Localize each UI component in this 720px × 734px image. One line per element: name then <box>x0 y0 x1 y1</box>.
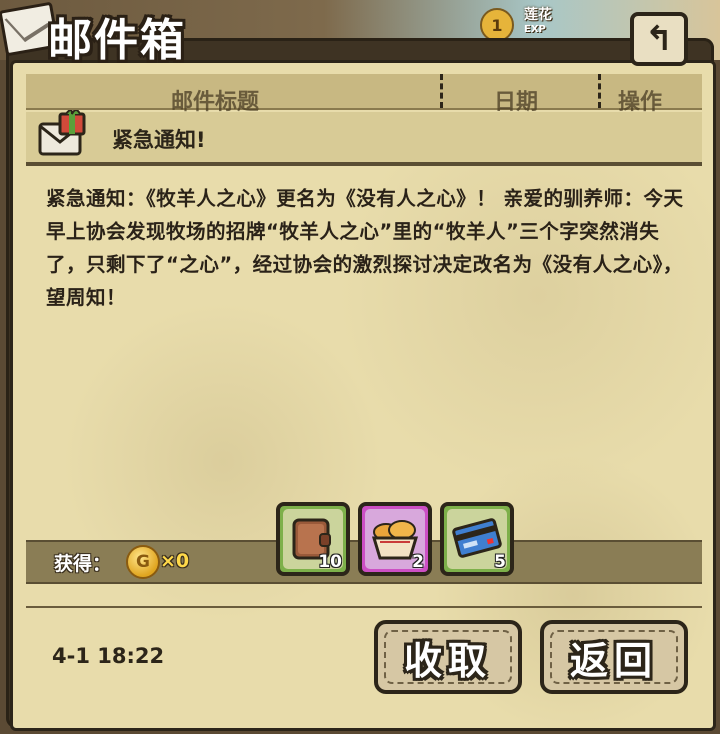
reward-item-card[interactable]: 5 <box>440 502 514 576</box>
level-badge: 1 <box>480 8 514 42</box>
header-divider <box>598 74 601 108</box>
reward-label: 获得： <box>54 553 112 575</box>
footer-divider <box>26 606 702 608</box>
return-button[interactable]: 返回 <box>540 620 688 694</box>
window-title: 邮件箱 <box>48 15 186 66</box>
item-quantity: 5 <box>494 552 506 572</box>
mail-title-bar: 紧急通知! <box>26 110 702 166</box>
reward-item-wallet[interactable]: 10 <box>276 502 350 576</box>
mail-title: 紧急通知! <box>112 128 206 152</box>
reward-item-bread[interactable]: 2 <box>358 502 432 576</box>
mail-list-header: 邮件标题 日期 操作 <box>26 74 702 115</box>
back-arrow-icon: ↰ <box>644 19 674 59</box>
exp-label: EXP <box>524 24 546 35</box>
return-button-label: 返回 <box>569 638 658 683</box>
coin-amount: ×0 <box>160 550 190 572</box>
item-quantity: 10 <box>318 552 342 572</box>
gift-mail-icon <box>38 110 86 156</box>
header-divider <box>440 74 443 108</box>
mail-date: 4-1 18:22 <box>52 644 165 668</box>
collect-button-label: 收取 <box>403 638 492 683</box>
mail-body-text: 紧急通知：《牧羊人之心》更名为《没有人之心》！ 亲爱的驯养师：今天早上协会发现牧… <box>46 187 684 309</box>
collect-button[interactable]: 收取 <box>374 620 522 694</box>
item-quantity: 2 <box>412 552 424 572</box>
player-name: 莲花 <box>524 7 552 23</box>
back-button[interactable]: ↰ <box>630 12 688 66</box>
gold-coin-icon: G <box>126 545 160 579</box>
